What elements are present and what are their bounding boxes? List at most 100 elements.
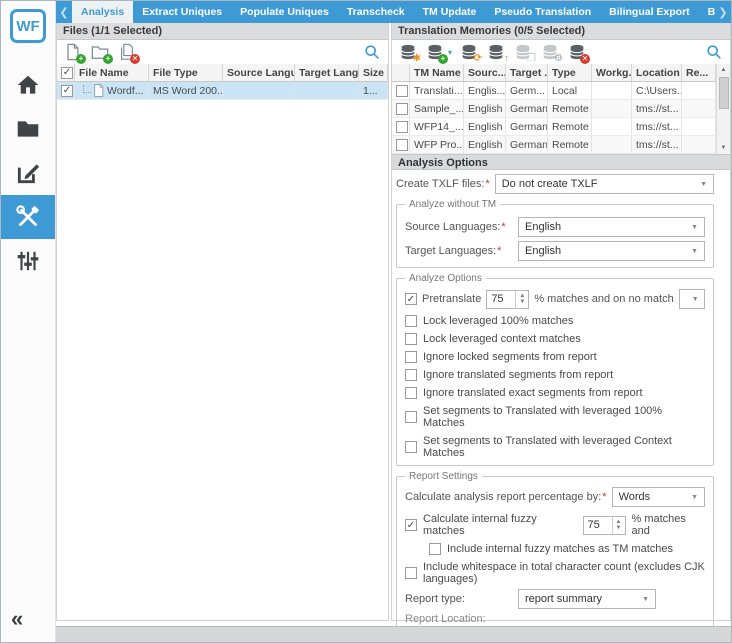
ignore-translated-exact-segments-from-report-checkbox[interactable]	[405, 387, 417, 399]
tab-tm-update[interactable]: TM Update	[414, 1, 486, 23]
add-folder-icon[interactable]: +	[90, 42, 110, 62]
column-header[interactable]: TM Name	[410, 64, 464, 81]
column-header[interactable]: Target ...	[506, 64, 548, 81]
set-segments-to-translated-with-leveraged-100-matches-checkbox[interactable]	[405, 411, 417, 423]
lock-leveraged-100-matches-checkbox[interactable]	[405, 315, 417, 327]
set-segments-to-translated-with-leveraged-context-matches-checkbox[interactable]	[405, 441, 417, 453]
checkbox-label: Set segments to Translated with leverage…	[423, 435, 705, 459]
whitespace-label: Include whitespace in total character co…	[423, 561, 705, 585]
column-header[interactable]: Source Langu...	[223, 64, 295, 81]
tab-transcheck[interactable]: Transcheck	[338, 1, 414, 23]
table-row[interactable]: Wordf...MS Word 200...1...	[57, 82, 388, 100]
connect-tm-icon[interactable]: ⟳	[459, 42, 479, 62]
add-tm-icon[interactable]: +	[425, 42, 445, 62]
column-header[interactable]: Location	[632, 64, 682, 81]
tm-row-checkbox[interactable]	[396, 85, 408, 97]
remove-tm-icon[interactable]: ✕	[567, 42, 587, 62]
tabs-scroll-left-icon[interactable]: ❮	[56, 1, 72, 23]
tm-row-checkbox[interactable]	[396, 139, 408, 151]
sidebar-item-home[interactable]	[1, 63, 55, 107]
ignore-locked-segments-from-report-checkbox[interactable]	[405, 351, 417, 363]
tm-row-checkbox[interactable]	[396, 121, 408, 133]
column-header[interactable]: Re...	[682, 64, 716, 81]
lock-leveraged-context-matches-checkbox[interactable]	[405, 333, 417, 345]
column-header[interactable]: Target Langua...	[295, 64, 359, 81]
internal-fuzzy-label: Calculate internal fuzzy matches	[423, 513, 577, 537]
search-icon[interactable]	[362, 42, 382, 62]
fuzzy-threshold-spinner[interactable]: 75 ▲▼	[583, 516, 626, 535]
sidebar-item-edit[interactable]	[1, 151, 55, 195]
table-row[interactable]: Sample_...EnglishGermanRemotetms://st...	[392, 100, 716, 118]
add-file-icon[interactable]: +	[63, 42, 83, 62]
wordfast-window: WF « ❮ AnalysisExtract UniquesPopulate U…	[0, 0, 732, 643]
tab-extract-uniques[interactable]: Extract Uniques	[133, 1, 231, 23]
report-location-label: Report Location:	[405, 613, 486, 625]
sidebar-item-tools[interactable]	[1, 195, 55, 239]
scroll-up-icon[interactable]: ▲	[721, 64, 727, 76]
tab-populate-uniques[interactable]: Populate Uniques	[231, 1, 338, 23]
spinner-arrows-icon[interactable]: ▲▼	[515, 291, 528, 308]
scrollbar-thumb[interactable]	[719, 77, 729, 109]
ignore-translated-segments-from-report-checkbox[interactable]	[405, 369, 417, 381]
files-toolbar: + + ✕	[57, 40, 388, 64]
report-settings-group: Report Settings Calculate analysis repor…	[396, 471, 714, 643]
checkbox-label: Ignore translated exact segments from re…	[423, 387, 643, 399]
select-all-files-checkbox[interactable]	[61, 67, 73, 79]
tabs: AnalysisExtract UniquesPopulate UniquesT…	[72, 1, 715, 23]
tab-analysis[interactable]: Analysis	[72, 1, 133, 23]
tab-bilingual-import[interactable]: Bilingual Import	[699, 1, 715, 23]
checkbox-label: Lock leveraged 100% matches	[423, 315, 573, 327]
tools-icon	[15, 204, 41, 230]
whitespace-checkbox[interactable]	[405, 567, 417, 579]
tm-toolbar: ✱+▾⟳↑❐⚙✕	[392, 40, 730, 64]
column-header[interactable]: Sourc...	[464, 64, 506, 81]
tm-table-scrollbar[interactable]: ▲ ▼	[716, 64, 730, 154]
create-tm-icon[interactable]: ✱	[398, 42, 418, 62]
analyze-without-tm-group: Analyze without TM Source Languages:* En…	[396, 199, 714, 268]
checkbox-label: Ignore locked segments from report	[423, 351, 597, 363]
report-type-select[interactable]: report summary▼	[518, 589, 656, 609]
internal-fuzzy-checkbox[interactable]	[405, 519, 417, 531]
analyze-options-legend: Analyze Options	[405, 273, 486, 284]
checkbox-label: Ignore translated segments from report	[423, 369, 613, 381]
files-panel: Files (1/1 Selected) ++✕ File NameFile T…	[56, 23, 389, 621]
tm-row-checkbox[interactable]	[396, 103, 408, 115]
table-row[interactable]: Translati...Englis...Germ...LocalC:\User…	[392, 82, 716, 100]
sidebar: WF «	[1, 1, 56, 642]
column-header[interactable]: Size	[359, 64, 388, 81]
scroll-down-icon[interactable]: ▼	[721, 142, 727, 154]
tab-pseudo-translation[interactable]: Pseudo Translation	[485, 1, 600, 23]
home-icon	[15, 72, 41, 98]
import-tm-icon[interactable]: ↑	[486, 42, 506, 62]
pretranslate-middle-label: % matches and on no match	[534, 293, 673, 305]
no-match-action-select[interactable]: Copy Source (clears ex▼	[679, 289, 705, 309]
source-languages-select[interactable]: English▼	[518, 217, 705, 237]
column-header[interactable]: Workg...	[592, 64, 632, 81]
wordfast-logo: WF	[10, 9, 46, 43]
fuzzy-as-tm-checkbox[interactable]	[429, 543, 441, 555]
calc-percentage-select[interactable]: Words▼	[612, 487, 705, 507]
target-languages-select[interactable]: English▼	[518, 241, 705, 261]
spinner-arrows-icon[interactable]: ▲▼	[612, 517, 625, 534]
analysis-options-section: Analysis Options Create TXLF files:* Do …	[392, 154, 730, 620]
sidebar-item-folder[interactable]	[1, 107, 55, 151]
table-row[interactable]: WFP Pro...EnglishGermanRemotetms://st...	[392, 136, 716, 154]
pretranslate-threshold-spinner[interactable]: 75 ▲▼	[486, 290, 529, 309]
pretranslate-checkbox[interactable]	[405, 293, 417, 305]
sidebar-item-sliders[interactable]	[1, 239, 55, 283]
column-header[interactable]: File Type	[149, 64, 223, 81]
dropdown-caret-icon[interactable]: ▾	[448, 48, 452, 57]
create-txlf-select[interactable]: Do not create TXLF▼	[495, 174, 714, 194]
translation-memories-panel: Translation Memories (0/5 Selected) ✱+▾⟳…	[391, 23, 731, 621]
files-table-header: File NameFile TypeSource Langu...Target …	[57, 64, 388, 82]
sidebar-nav	[1, 63, 55, 283]
tabs-scroll-right-icon[interactable]: ❯	[715, 1, 731, 23]
tab-bilingual-export[interactable]: Bilingual Export	[600, 1, 699, 23]
column-header[interactable]: File Name	[75, 64, 149, 81]
column-header[interactable]: Type	[548, 64, 592, 81]
collapse-sidebar-icon[interactable]: «	[11, 608, 23, 630]
table-row[interactable]: WFP14_...EnglishGermanRemotetms://st...	[392, 118, 716, 136]
file-row-checkbox[interactable]	[61, 85, 73, 97]
search-icon[interactable]	[704, 42, 724, 62]
remove-file-icon[interactable]: ✕	[117, 42, 137, 62]
